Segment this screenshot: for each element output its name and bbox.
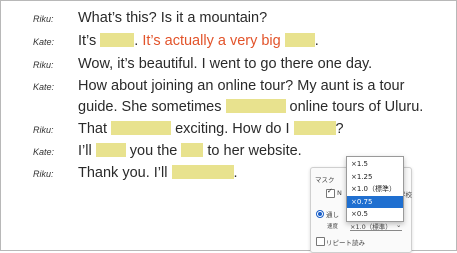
- line-text: online tours of Uluru.: [285, 99, 424, 115]
- line-text: Thank you. I’ll: [78, 165, 172, 181]
- speed-option[interactable]: ×1.25: [347, 171, 403, 183]
- speed-label: 速度: [327, 224, 339, 230]
- line-text: .: [233, 165, 238, 181]
- speaker-label: Kate:: [33, 37, 55, 47]
- repeat-label: リピート読み: [326, 239, 365, 247]
- speaker-label: Riku:: [33, 169, 54, 179]
- line-text: ?: [335, 121, 344, 137]
- speed-option[interactable]: ×1.5: [347, 158, 403, 170]
- answer-blank[interactable]: [95, 143, 126, 157]
- page-frame: Riku: What’s this? Is it a mountain? Kate:…: [0, 0, 457, 253]
- line-text: Wow, it’s beautiful. I went to go there …: [78, 56, 373, 72]
- dialogue-line: How about joining an online tour? My aun…: [78, 77, 404, 96]
- play-mode-radio[interactable]: [316, 210, 324, 218]
- speed-option[interactable]: ×0.5: [347, 208, 403, 220]
- dialogue-line: I’ll you the to her website.: [78, 142, 302, 161]
- dialogue-line: Thank you. I’ll .: [78, 164, 238, 183]
- line-text: .: [314, 33, 319, 49]
- dialogue-line: That exciting. How do I ?: [78, 120, 344, 139]
- dialogue-line: It’s . It’s actually a very big .: [78, 32, 319, 51]
- line-text: It’s: [78, 33, 101, 49]
- speed-dropdown-list: ×1.5 ×1.25 ×1.0（標準） ×0.75 ×0.5: [346, 156, 404, 222]
- speaker-label: Riku:: [33, 60, 54, 70]
- line-text: How about joining an online tour? My aun…: [78, 78, 405, 94]
- answer-blank[interactable]: [225, 99, 286, 113]
- speed-select-value: ×1.0（標準）: [350, 223, 392, 231]
- mask-checkbox[interactable]: [326, 187, 335, 198]
- highlighted-text: It’s actually a very big: [142, 33, 285, 49]
- line-text: exciting. How do I: [171, 121, 294, 137]
- line-text: guide. She sometimes: [78, 99, 226, 115]
- chevron-down-icon: ⌄: [396, 221, 402, 229]
- speed-select[interactable]: ×1.0（標準） ⌄: [350, 221, 402, 231]
- mask-checkbox-label: N: [337, 189, 342, 197]
- line-text: What’s this? Is it a mountain?: [78, 10, 268, 26]
- line-text: to her website.: [203, 143, 302, 159]
- answer-blank[interactable]: [171, 165, 234, 179]
- answer-blank[interactable]: [111, 121, 172, 135]
- line-text: you the: [125, 143, 182, 159]
- line-text: I’ll: [78, 143, 96, 159]
- repeat-checkbox[interactable]: [316, 237, 325, 246]
- speed-option[interactable]: ×0.75: [347, 195, 403, 208]
- dialogue-line: Wow, it’s beautiful. I went to go there …: [78, 55, 372, 74]
- dialogue-line: guide. She sometimes online tours of Ulu…: [78, 98, 423, 117]
- answer-blank[interactable]: [293, 121, 336, 135]
- speaker-label: Kate:: [33, 147, 55, 157]
- speed-option[interactable]: ×1.0（標準）: [347, 183, 403, 195]
- answer-blank[interactable]: [181, 143, 204, 157]
- answer-blank[interactable]: [284, 33, 315, 47]
- play-mode-label: 通し: [326, 211, 339, 219]
- speaker-label: Riku:: [33, 125, 54, 135]
- speaker-label: Riku:: [33, 14, 54, 24]
- answer-blank[interactable]: [100, 33, 135, 47]
- speaker-label: Kate:: [33, 82, 55, 92]
- dialogue-line: What’s this? Is it a mountain?: [78, 9, 267, 28]
- line-text: That: [78, 121, 112, 137]
- mask-label: マスク: [315, 176, 335, 184]
